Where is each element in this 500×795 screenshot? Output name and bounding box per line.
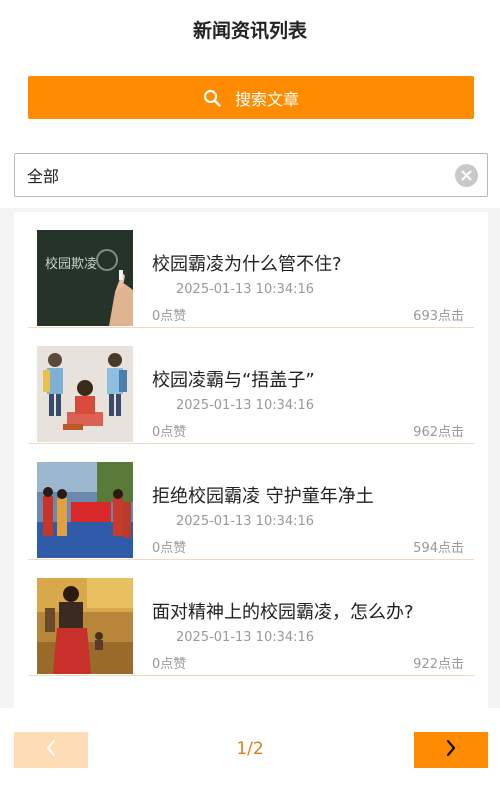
news-thumbnail [37, 346, 133, 442]
news-clicks: 962点击 [413, 425, 464, 440]
news-title[interactable]: 校园霸凌为什么管不住? [152, 250, 342, 276]
news-item[interactable]: 拒绝校园霸凌 守护童年净土 2025-01-13 10:34:16 0点赞 59… [28, 444, 474, 560]
news-list: 校园欺凌 校园霸凌为什么管不住? 2025-01-13 10:34:16 0点赞… [14, 212, 488, 708]
news-title[interactable]: 拒绝校园霸凌 守护童年净土 [152, 482, 374, 508]
news-clicks: 594点击 [413, 541, 464, 556]
news-date: 2025-01-13 10:34:16 [176, 630, 315, 645]
news-likes: 0点赞 [152, 541, 187, 556]
news-thumbnail [37, 578, 133, 674]
news-title[interactable]: 面对精神上的校园霸凌，怎么办? [152, 598, 414, 624]
news-thumbnail [37, 462, 133, 558]
news-item[interactable]: 校园欺凌 校园霸凌为什么管不住? 2025-01-13 10:34:16 0点赞… [28, 212, 474, 328]
news-likes: 0点赞 [152, 309, 187, 324]
clear-icon[interactable] [455, 164, 478, 187]
next-page-button[interactable] [414, 732, 488, 768]
svg-text:校园欺凌: 校园欺凌 [45, 256, 97, 272]
page-title: 新闻资讯列表 [192, 19, 307, 42]
search-icon [203, 89, 221, 107]
news-thumbnail: 校园欺凌 [37, 230, 133, 326]
news-item[interactable]: 校园凌霸与“捂盖子” 2025-01-13 10:34:16 0点赞 962点击 [28, 328, 474, 444]
news-date: 2025-01-13 10:34:16 [176, 282, 315, 297]
news-likes: 0点赞 [152, 425, 187, 440]
category-filter-field[interactable]: 全部 [14, 153, 488, 197]
pagination: 1/2 [0, 708, 500, 795]
news-date: 2025-01-13 10:34:16 [176, 514, 315, 529]
news-date: 2025-01-13 10:34:16 [176, 398, 315, 413]
news-clicks: 922点击 [413, 657, 464, 672]
category-filter-value: 全部 [27, 167, 60, 186]
news-item[interactable]: 面对精神上的校园霸凌，怎么办? 2025-01-13 10:34:16 0点赞 … [28, 560, 474, 676]
search-button-label: 搜索文章 [234, 89, 299, 109]
search-articles-button[interactable]: 搜索文章 [28, 76, 474, 119]
news-likes: 0点赞 [152, 657, 187, 672]
chevron-right-icon [445, 739, 457, 761]
news-clicks: 693点击 [413, 309, 464, 324]
news-title[interactable]: 校园凌霸与“捂盖子” [152, 366, 315, 392]
page-header: 新闻资讯列表 [0, 0, 500, 58]
